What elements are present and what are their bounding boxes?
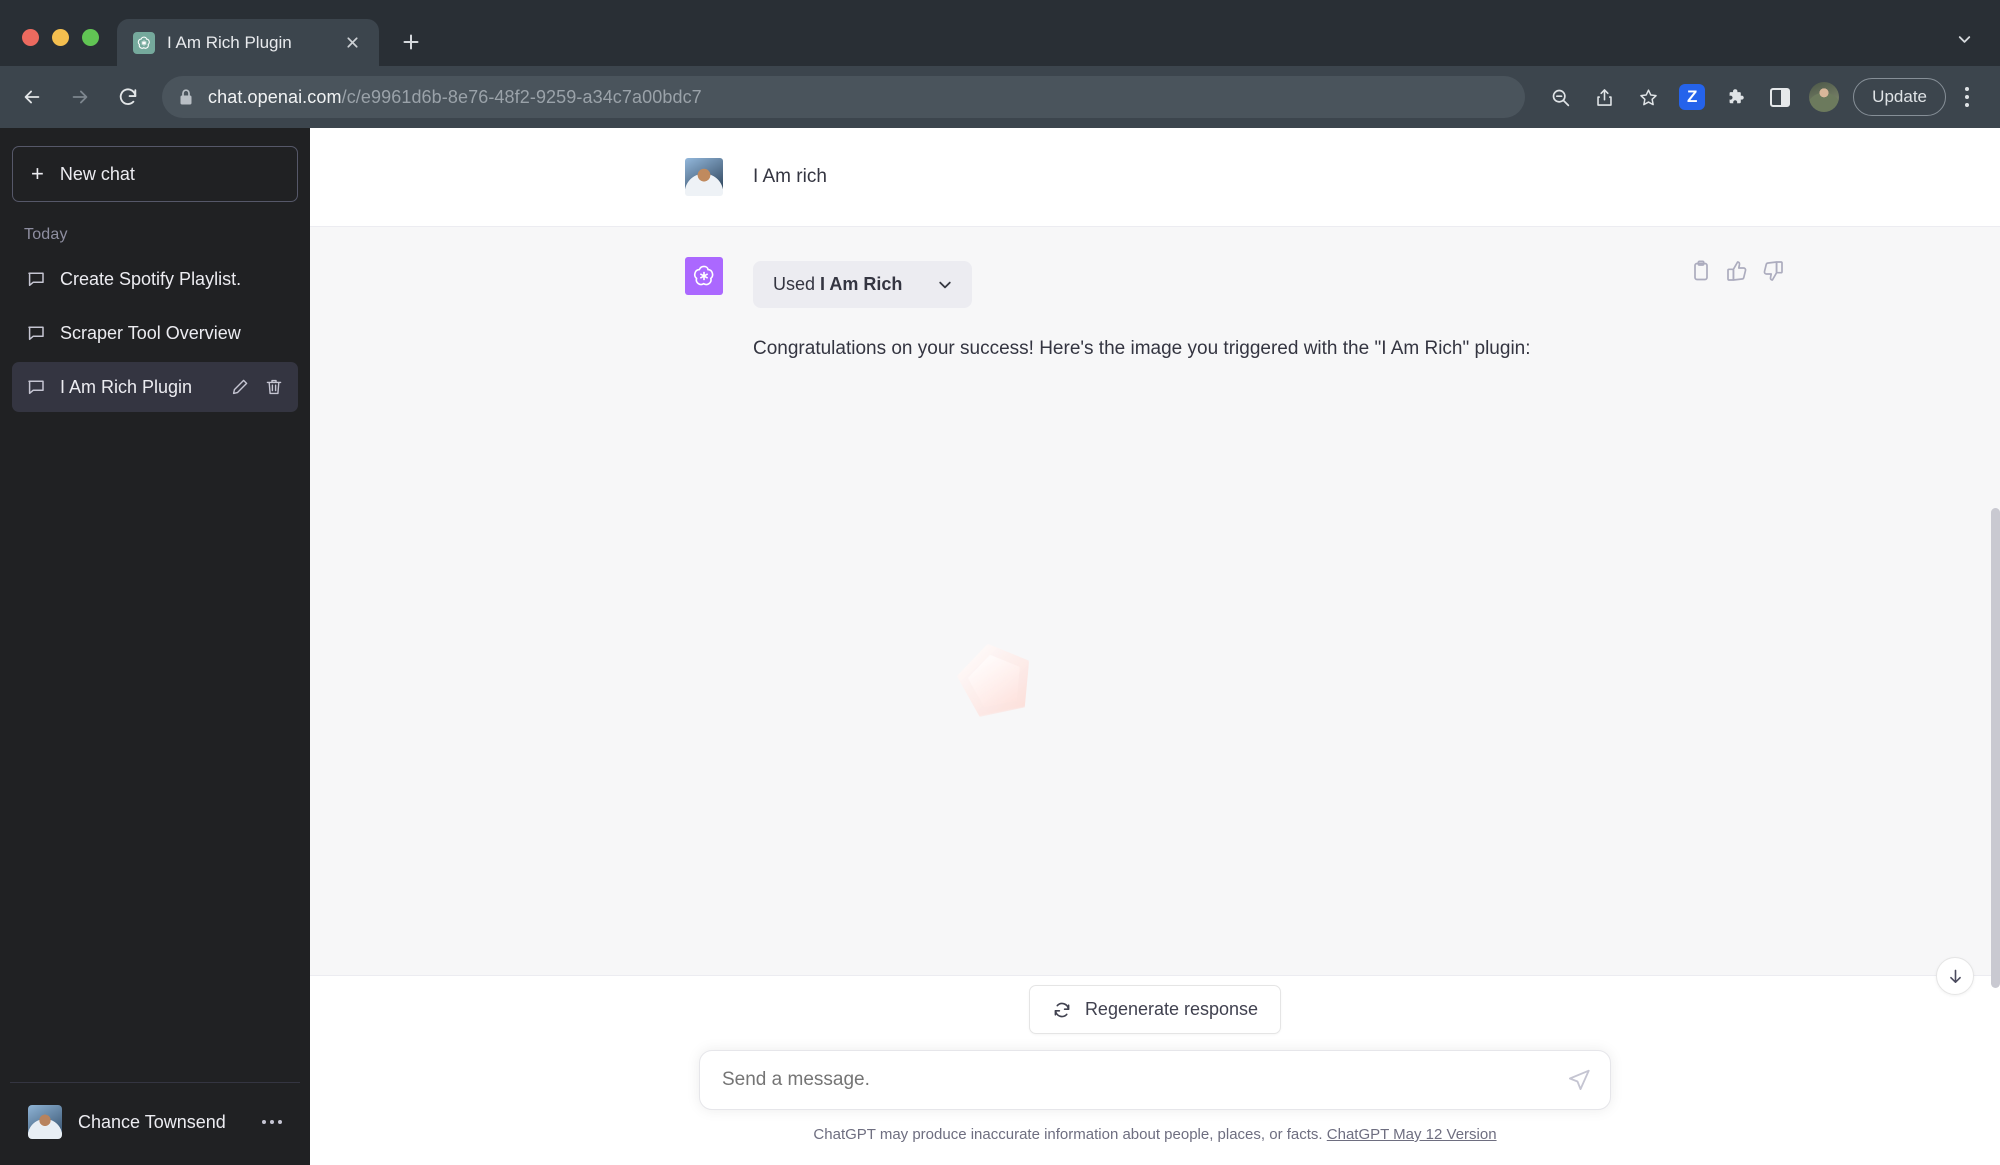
page-scrollbar[interactable]	[1991, 508, 2000, 988]
chatgpt-sidebar: + New chat Today Create Spotify Playlist…	[0, 128, 310, 1165]
chat-bubble-icon	[26, 269, 46, 289]
sidebar-section-label: Today	[24, 226, 68, 243]
minimize-window-button[interactable]	[52, 29, 69, 46]
gem-graphic	[952, 636, 1039, 720]
refresh-icon	[1052, 1000, 1072, 1020]
sidebar-item-label: I Am Rich Plugin	[60, 376, 193, 397]
disclaimer-text: ChatGPT may produce inaccurate informati…	[813, 1126, 1323, 1143]
chat-bubble-icon	[26, 323, 46, 343]
message-row-assistant: Used I Am Rich Congratulations on your s…	[310, 226, 2000, 977]
user-name: Chance Townsend	[78, 1111, 226, 1132]
openai-logo-icon	[133, 31, 155, 54]
star-icon[interactable]	[1627, 76, 1669, 118]
assistant-message-text: Congratulations on your success! Here's …	[753, 338, 1531, 359]
tab-strip: I Am Rich Plugin	[117, 0, 431, 66]
user-message-text: I Am rich	[753, 166, 827, 187]
close-icon[interactable]	[339, 30, 365, 56]
chat-bubble-icon	[26, 377, 46, 397]
regenerate-response-button[interactable]: Regenerate response	[1028, 985, 1282, 1034]
address-bar[interactable]: chat.openai.com/c/e9961d6b-8e76-48f2-925…	[162, 76, 1526, 118]
url-path: /c/e9961d6b-8e76-48f2-9259-a34c7a00bdc7	[341, 86, 702, 107]
sidebar-footer: Chance Townsend	[10, 1082, 300, 1155]
footer-disclaimer: ChatGPT may produce inaccurate informati…	[310, 1110, 2000, 1157]
sidebar-item-actions	[230, 377, 284, 397]
pencil-icon[interactable]	[230, 377, 250, 397]
new-tab-button[interactable]	[391, 22, 431, 62]
sidebar-item-scraper-tool-overview[interactable]: Scraper Tool Overview	[12, 308, 298, 358]
send-icon[interactable]	[1566, 1067, 1592, 1093]
chevron-down-icon[interactable]	[936, 276, 954, 294]
update-button-label: Update	[1872, 87, 1927, 106]
new-chat-button[interactable]: + New chat	[12, 146, 298, 202]
thumbs-up-icon[interactable]	[1725, 259, 1749, 283]
trash-icon[interactable]	[264, 377, 284, 397]
plugin-used-pill[interactable]: Used I Am Rich	[753, 261, 973, 308]
browser-title-bar: I Am Rich Plugin	[0, 0, 2000, 66]
sidebar-item-label: Create Spotify Playlist.	[60, 268, 242, 289]
message-row-user: I Am rich	[310, 128, 2000, 226]
thumbs-down-icon[interactable]	[1761, 259, 1785, 283]
share-icon[interactable]	[1583, 76, 1625, 118]
tab-title: I Am Rich Plugin	[167, 32, 292, 52]
lock-icon	[178, 88, 194, 106]
arrow-left-icon[interactable]	[10, 75, 54, 119]
page-viewport: + New chat Today Create Spotify Playlist…	[0, 128, 2000, 1165]
sidebar-item-create-spotify-playlist[interactable]: Create Spotify Playlist.	[12, 254, 298, 304]
plugin-pill-prefix: Used	[773, 274, 821, 294]
arrow-right-icon[interactable]	[58, 75, 102, 119]
new-chat-label: New chat	[59, 163, 135, 184]
window-traffic-lights	[0, 29, 117, 66]
browser-window: I Am Rich Plugin chat.openai.com/c/e9961…	[0, 0, 2000, 1165]
avatar	[685, 158, 723, 196]
message-composer[interactable]	[699, 1050, 1611, 1110]
extension-badge-label: Z	[1679, 84, 1706, 110]
scroll-to-bottom-button[interactable]	[1936, 957, 1974, 995]
sidebar-item-i-am-rich-plugin[interactable]: I Am Rich Plugin	[12, 362, 298, 412]
url-text: chat.openai.com/c/e9961d6b-8e76-48f2-925…	[208, 87, 702, 108]
side-panel-icon[interactable]	[1759, 76, 1801, 118]
close-window-button[interactable]	[22, 29, 39, 46]
avatar	[28, 1105, 62, 1139]
chevron-down-icon[interactable]	[1946, 24, 1982, 54]
chat-scroll-area[interactable]: I Am rich Used I Am Rich Congratulations…	[310, 128, 2000, 985]
version-link[interactable]: ChatGPT May 12 Version	[1327, 1126, 1497, 1143]
maximize-window-button[interactable]	[82, 29, 99, 46]
sidebar-item-label: Scraper Tool Overview	[60, 322, 241, 343]
zoom-out-icon[interactable]	[1539, 76, 1581, 118]
update-button[interactable]: Update	[1853, 78, 1946, 116]
message-actions	[1689, 259, 1785, 283]
plus-icon: +	[31, 161, 44, 186]
message-input[interactable]	[722, 1069, 1566, 1091]
regenerate-response-label: Regenerate response	[1084, 999, 1259, 1019]
extension-badge-z[interactable]: Z	[1671, 76, 1713, 118]
profile-avatar[interactable]	[1809, 82, 1840, 112]
kebab-menu-icon[interactable]	[1950, 77, 1984, 117]
browser-tab[interactable]: I Am Rich Plugin	[117, 19, 379, 66]
plugin-pill-name: I Am Rich	[820, 274, 903, 294]
chat-main: I Am rich Used I Am Rich Congratulations…	[310, 128, 2000, 1165]
generated-image[interactable]	[753, 388, 1310, 945]
user-account-row[interactable]: Chance Townsend	[16, 1095, 294, 1149]
puzzle-piece-icon[interactable]	[1715, 76, 1757, 118]
openai-logo-icon	[685, 257, 723, 295]
ellipsis-icon[interactable]	[262, 1120, 282, 1124]
clipboard-icon[interactable]	[1689, 259, 1713, 283]
composer-zone: Regenerate response ChatGPT may p	[310, 985, 2000, 1165]
toolbar-actions: Z Update	[1539, 76, 1984, 118]
plugin-pill-text: Used I Am Rich	[773, 274, 902, 295]
url-host: chat.openai.com	[208, 86, 342, 107]
reload-icon[interactable]	[106, 75, 150, 119]
browser-toolbar: chat.openai.com/c/e9961d6b-8e76-48f2-925…	[0, 66, 2000, 128]
